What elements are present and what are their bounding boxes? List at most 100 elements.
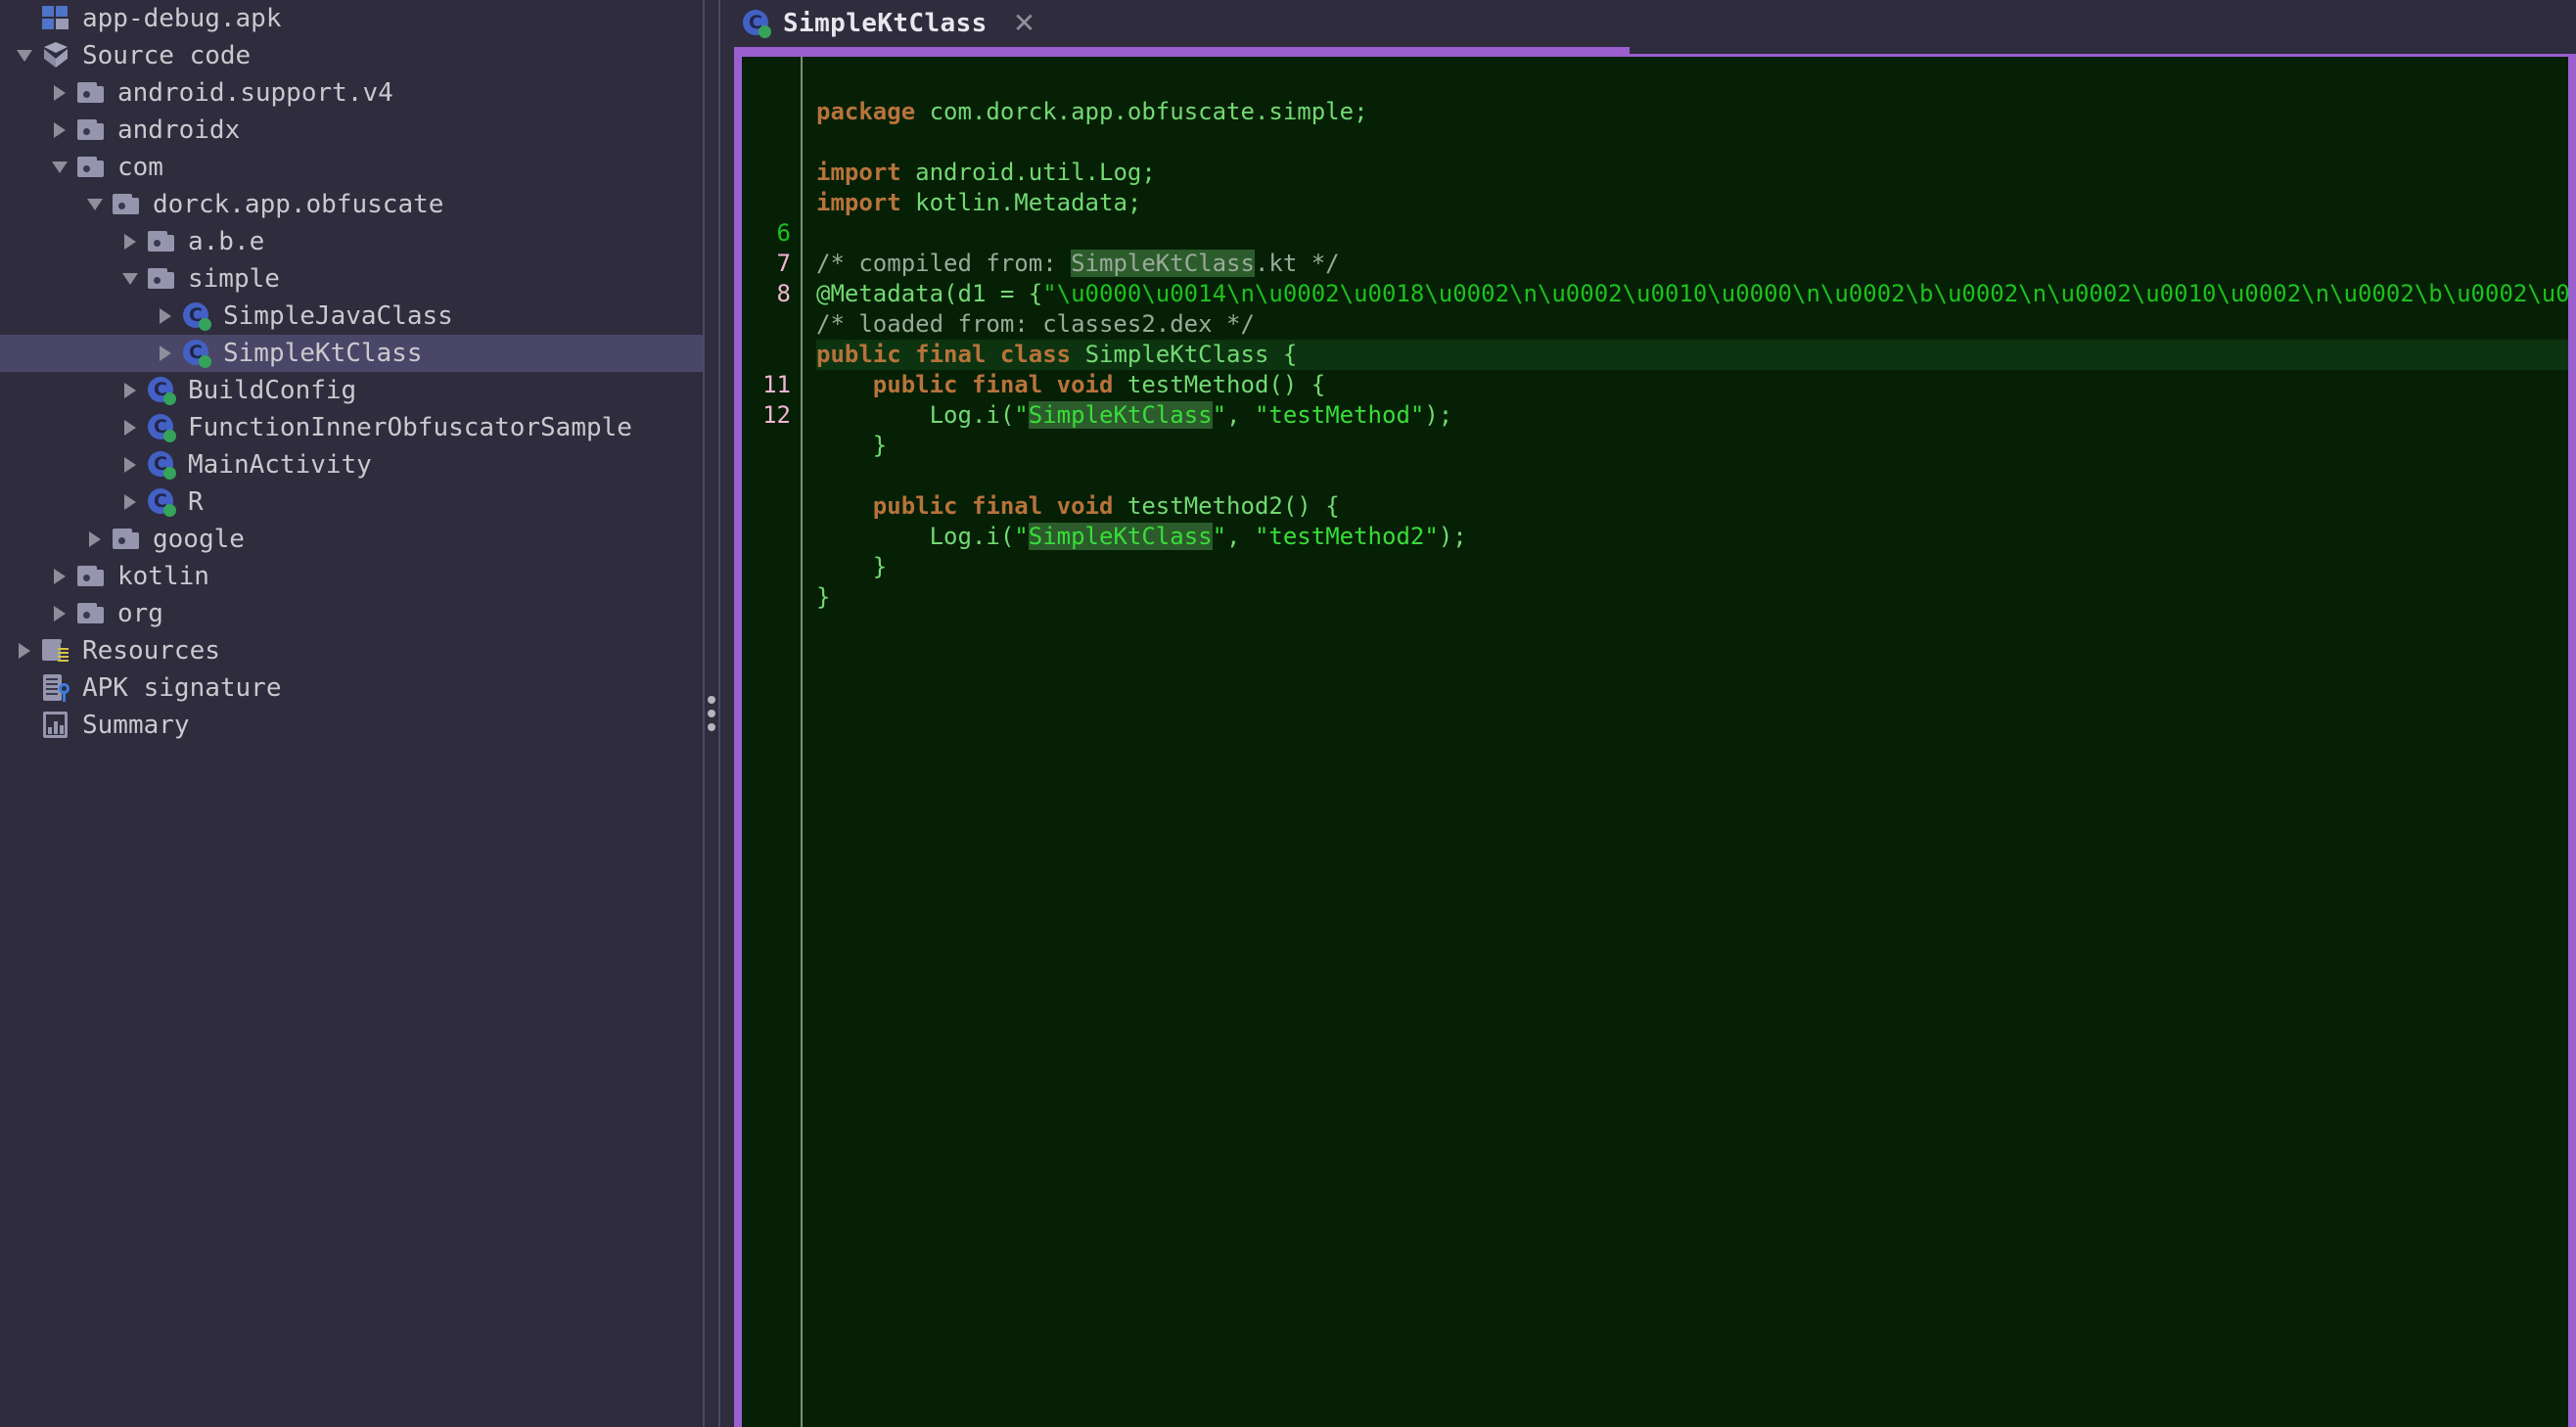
tree-item-label: app-debug.apk — [80, 4, 282, 33]
chevron-right-icon[interactable] — [124, 383, 136, 398]
chevron-right-icon[interactable] — [124, 457, 136, 473]
tree-item-buildconfig[interactable]: CBuildConfig — [0, 372, 703, 409]
expand-toggle[interactable] — [80, 186, 110, 223]
expand-toggle[interactable] — [10, 632, 39, 669]
tree-item-androidx[interactable]: androidx — [0, 112, 703, 149]
code-line — [816, 218, 2568, 249]
chevron-right-icon[interactable] — [54, 569, 66, 584]
tree-item-simplektclass[interactable]: CSimpleKtClass — [0, 335, 703, 372]
tree-item-mainactivity[interactable]: CMainActivity — [0, 446, 703, 483]
keyword-package: package — [816, 98, 915, 125]
chevron-down-icon[interactable] — [17, 50, 32, 62]
comment-compiled-from-suffix: .kt */ — [1255, 250, 1340, 277]
keyword-public: public — [873, 492, 958, 520]
tree-item-dorck-app-obfuscate[interactable]: dorck.app.obfuscate — [0, 186, 703, 223]
expand-toggle[interactable] — [45, 74, 74, 112]
comment-loaded-from: /* loaded from: classes2.dex */ — [816, 310, 1255, 338]
tree-item-label: FunctionInnerObfuscatorSample — [186, 413, 632, 442]
tree-item-label: SimpleJavaClass — [221, 301, 453, 331]
tree-item-a-b-e[interactable]: a.b.e — [0, 223, 703, 260]
chevron-right-icon[interactable] — [19, 643, 30, 659]
tree-item-resources[interactable]: Resources — [0, 632, 703, 669]
class-icon: C — [147, 450, 176, 480]
expand-toggle[interactable] — [80, 521, 110, 558]
chevron-right-icon[interactable] — [89, 531, 101, 547]
expand-toggle[interactable] — [115, 372, 145, 409]
tab-simplektclass[interactable]: C SimpleKtClass ✕ — [736, 0, 1049, 47]
resources-icon — [42, 639, 69, 663]
tree-item-functioninnerobfuscatorsample[interactable]: C FunctionInnerObfuscatorSample — [0, 409, 703, 446]
code-line: } — [816, 582, 2568, 613]
tree-item-app-debug-apk[interactable]: app-debug.apk — [0, 0, 703, 37]
keyword-void: void — [1057, 371, 1114, 398]
class-icon: C — [147, 413, 176, 442]
panel-splitter[interactable] — [703, 0, 720, 1427]
expand-toggle[interactable] — [115, 483, 145, 521]
tree-item-label: google — [151, 525, 245, 554]
chevron-down-icon[interactable] — [52, 161, 68, 173]
tree-item-icon — [39, 2, 72, 35]
signature-icon — [42, 674, 69, 702]
tree-item-com[interactable]: com — [0, 149, 703, 186]
class-icon: C — [742, 9, 771, 38]
tree-item-summary[interactable]: Summary — [0, 707, 703, 744]
tree-item-google[interactable]: google — [0, 521, 703, 558]
chevron-right-icon[interactable] — [160, 345, 171, 361]
splitter-grip-icon[interactable] — [708, 696, 715, 731]
line-number-blank — [742, 158, 801, 188]
tree-item-icon — [74, 560, 108, 593]
expand-toggle[interactable] — [45, 558, 74, 595]
folder-icon — [77, 119, 105, 141]
tree-item-source-code[interactable]: Source code — [0, 37, 703, 74]
expand-toggle[interactable] — [115, 223, 145, 260]
expand-toggle[interactable] — [115, 409, 145, 446]
expand-toggle[interactable] — [45, 149, 74, 186]
expand-toggle[interactable] — [115, 260, 145, 298]
code-line: import android.util.Log; — [816, 158, 2568, 188]
chevron-right-icon[interactable] — [54, 606, 66, 621]
keyword-final: final — [972, 371, 1042, 398]
source-code-text[interactable]: package com.dorck.app.obfuscate.simple; … — [803, 57, 2568, 1427]
method-name-testmethod: testMethod() — [1127, 371, 1297, 398]
close-icon[interactable]: ✕ — [1013, 10, 1035, 37]
expand-toggle[interactable] — [151, 335, 180, 372]
chevron-down-icon[interactable] — [122, 273, 138, 285]
package-name: com.dorck.app.obfuscate.simple; — [930, 98, 1368, 125]
tree-item-label: a.b.e — [186, 227, 264, 256]
tree-item-r[interactable]: CR — [0, 483, 703, 521]
keyword-import: import — [816, 159, 901, 186]
class-icon: C — [182, 339, 211, 368]
expand-toggle[interactable] — [151, 298, 180, 335]
tree-item-apk-signature[interactable]: APK signature — [0, 669, 703, 707]
expand-toggle[interactable] — [115, 446, 145, 483]
chevron-right-icon[interactable] — [54, 85, 66, 101]
chevron-right-icon[interactable] — [124, 420, 136, 436]
code-line: } — [816, 552, 2568, 582]
chevron-right-icon[interactable] — [54, 122, 66, 138]
expand-toggle[interactable] — [45, 595, 74, 632]
expand-toggle[interactable] — [10, 37, 39, 74]
line-number: 6 — [742, 218, 801, 249]
code-viewer[interactable]: 6781112 package com.dorck.app.obfuscate.… — [734, 54, 2576, 1427]
tree-item-label: Summary — [80, 711, 190, 740]
tree-item-icon — [145, 225, 178, 258]
chevron-right-icon[interactable] — [124, 234, 136, 250]
chevron-down-icon[interactable] — [87, 199, 103, 210]
tree-item-simple[interactable]: simple — [0, 260, 703, 298]
expand-toggle[interactable] — [45, 112, 74, 149]
log-tag-string: SimpleKtClass — [1029, 523, 1213, 550]
chevron-right-icon[interactable] — [124, 494, 136, 510]
chevron-right-icon[interactable] — [160, 308, 171, 324]
tree-item-kotlin[interactable]: kotlin — [0, 558, 703, 595]
tree-item-org[interactable]: org — [0, 595, 703, 632]
line-number-blank — [742, 340, 801, 370]
tree-item-simplejavaclass[interactable]: CSimpleJavaClass — [0, 298, 703, 335]
line-number-blank — [742, 127, 801, 158]
tree-item-android-support-v4[interactable]: android.support.v4 — [0, 74, 703, 112]
code-line: /* compiled from: SimpleKtClass.kt */ — [816, 249, 2568, 279]
tree-item-icon — [39, 634, 72, 667]
tree-item-label: androidx — [115, 115, 240, 145]
keyword-class: class — [1000, 341, 1071, 368]
code-line: public final void testMethod2() { — [816, 491, 2568, 522]
line-number-blank — [742, 67, 801, 97]
